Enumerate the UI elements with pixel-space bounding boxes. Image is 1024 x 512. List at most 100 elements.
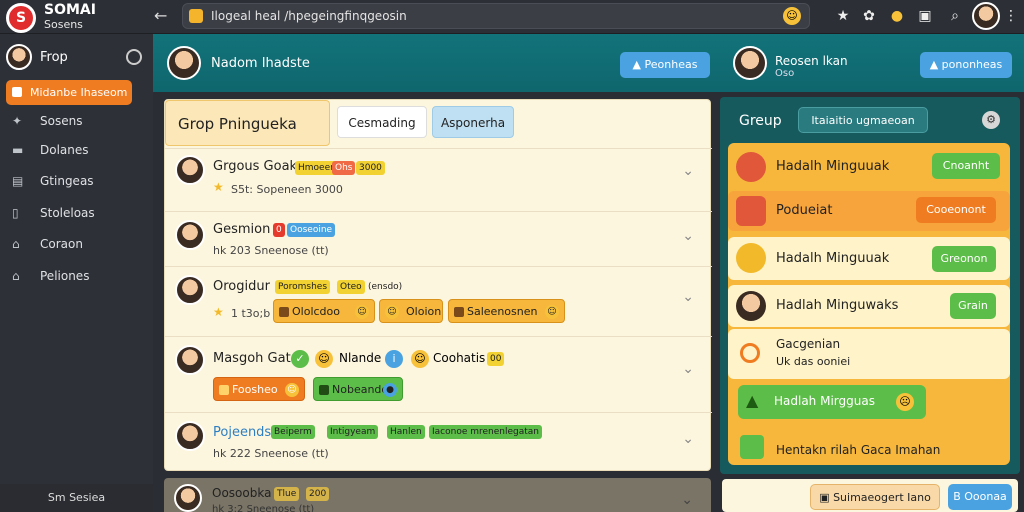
sidebar-item-label: Sosens [40, 114, 83, 128]
back-arrow-icon[interactable]: ← [154, 6, 167, 25]
row-avatar [175, 155, 205, 185]
sidebar-item-active[interactable]: Midanbe Ihaseom [6, 80, 132, 105]
list-item[interactable]: Orogidur Poromshes Oteo (ensdo) ★ 1 t3o;… [165, 266, 712, 336]
card-title: Hadalh Minguuak [776, 251, 890, 266]
chevron-down-icon[interactable]: ⌄ [682, 431, 694, 447]
car-icon: ▬ [12, 143, 24, 157]
doc-icon [740, 435, 764, 459]
phone-icon: ▯ [12, 206, 19, 220]
side-card[interactable]: Hentakn rilah Gaca Imahan [728, 433, 1010, 467]
chevron-down-icon[interactable]: ⌄ [682, 228, 694, 244]
puzzle-icon[interactable]: ✿ [860, 7, 878, 25]
chevron-down-icon[interactable]: ⌄ [682, 361, 694, 377]
side-card-button[interactable]: ▲ Hadlah Mirgguas ☹ [738, 385, 926, 419]
sidebar-item-dolanes[interactable]: ▬ Dolanes [12, 139, 142, 161]
card-title: Hadalh Minguuak [776, 159, 890, 174]
box-icon [279, 307, 289, 317]
chevron-down-icon[interactable]: ⌄ [682, 163, 694, 179]
side-card[interactable]: Hadlah Minguwaks Grain [728, 285, 1010, 327]
sidebar-item-peliones[interactable]: ⌂ Peliones [12, 265, 142, 287]
row-avatar [175, 220, 205, 250]
sidebar-item-gtingeas[interactable]: ▤ Gtingeas [12, 170, 142, 192]
menu-dots-icon[interactable]: ⋮ [1002, 7, 1020, 25]
row-badge: Iaconoe mrenenlegatan [429, 425, 542, 439]
box-icon: ▣ [819, 491, 834, 504]
main-header: Nadom Ihadste ▲ Peonheas Reosen lkan Oso… [153, 34, 1024, 92]
pencil-icon [219, 385, 229, 395]
row-meta: S5t: Sopeneen 3000 [231, 183, 343, 196]
gear-icon[interactable]: ⚙ [982, 111, 1000, 129]
smiley-icon[interactable]: ● [888, 7, 906, 25]
emoji-icon[interactable]: ☺ [783, 7, 801, 25]
sidebar-avatar [6, 44, 32, 70]
side-panel-footer: ▣ Suimaeogert Iano B Ooonaa [722, 479, 1018, 512]
side-card[interactable]: Hadalh Minguuak Greonon [728, 237, 1010, 280]
row-badge: Hanlen [387, 425, 425, 439]
emoji-icon: ☺ [411, 350, 429, 368]
card-button[interactable]: Grain [950, 293, 996, 319]
row-badge: Ohs [332, 161, 356, 175]
row-avatar [175, 345, 205, 375]
card-button[interactable]: Greonon [932, 246, 996, 272]
tab-asponerha[interactable]: Asponerha [432, 106, 514, 138]
list-item-faded[interactable]: Oosoobka Tlue 200 hk 3:2 Sneenose (tt) ⌄ [164, 478, 711, 512]
chip[interactable]: Ololcdoo ☺ [273, 299, 375, 323]
brand[interactable]: S SOMAI Sosens [6, 2, 156, 33]
top-bar: S SOMAI Sosens ← Ilogeal heal /hpegeingf… [0, 0, 1024, 34]
chevron-down-icon[interactable]: ⌄ [681, 492, 693, 508]
chip[interactable]: Nobeandoo ● [313, 377, 403, 401]
button-label: pononheas [941, 58, 1003, 71]
chip[interactable]: Foosheo ☺ [213, 377, 305, 401]
chip[interactable]: Saleenosnen ☺ [448, 299, 565, 323]
sidebar-item-coraon[interactable]: ⌂ Coraon [12, 233, 142, 255]
card-button[interactable]: Cnoanht [932, 153, 1000, 179]
side-card[interactable]: Podueiat Cooeonont [728, 191, 1010, 231]
address-bar[interactable]: Ilogeal heal /hpegeingfinqgeosin ☺ [182, 3, 810, 29]
side-card[interactable]: Hadalh Minguuak Cnoanht [728, 147, 1010, 187]
card-button[interactable]: Cooeonont [916, 197, 996, 223]
sidebar-item-label: Peliones [40, 269, 90, 283]
tab-cesmading[interactable]: Cesmading [337, 106, 427, 138]
sidebar-header[interactable]: Frop [6, 44, 146, 72]
list-item[interactable]: Grgous Goak Hmoeen Ohs 3000 ★ S5t: Sopen… [165, 148, 712, 211]
row-badge: Intigyeam [327, 425, 379, 439]
sidebar-footer[interactable]: Sm Sesiea [0, 484, 153, 512]
chip[interactable]: ☺ Oloion [379, 299, 443, 323]
site-icon [189, 9, 203, 23]
row-meta: hk 203 Sneenose (tt) [213, 244, 329, 257]
row-title: Orogidur [213, 279, 270, 294]
chevron-down-icon[interactable]: ⌄ [682, 289, 694, 305]
profile-avatar[interactable] [972, 2, 1000, 30]
list-item[interactable]: Pojeends Beiperm Intigyeam Hanlen Iacono… [165, 412, 712, 472]
list-item[interactable]: Masgoh Gate ✓ ☺ Nlande i ☺ Coohatis 00 F… [165, 336, 712, 412]
header-subtitle-2: Oso [775, 68, 795, 79]
sidebar-item-label: Dolanes [40, 143, 89, 157]
footer-button-1[interactable]: ▣ Suimaeogert Iano [810, 484, 940, 510]
clock-icon[interactable] [126, 49, 142, 65]
header-avatar-2[interactable] [733, 46, 767, 80]
search-icon[interactable]: ⌕ [946, 7, 964, 25]
header-button-1[interactable]: ▲ Peonheas [620, 52, 710, 78]
sidebar-item-sosens[interactable]: ✦ Sosens [12, 110, 142, 132]
sidebar-item-label: Coraon [40, 237, 83, 251]
footer-button-2[interactable]: B Ooonaa [948, 484, 1012, 510]
header-button-2[interactable]: ▲ pononheas [920, 52, 1012, 78]
card-subtitle: Uk das ooniei [776, 355, 851, 368]
list-item[interactable]: Gesmion 0 Ooseoine hk 203 Sneenose (tt) … [165, 211, 712, 266]
button-label: Suimaeogert Iano [833, 491, 931, 504]
row-title: Masgoh Gate [213, 351, 299, 366]
brand-subtitle: Sosens [44, 18, 83, 31]
chart-icon: ▤ [12, 174, 24, 188]
side-card[interactable]: Gacgenian Uk das ooniei [728, 329, 1010, 379]
globe-icon: ● [383, 383, 397, 397]
sidebar-item-stoleloas[interactable]: ▯ Stoleloas [12, 202, 142, 224]
folder-icon [12, 87, 22, 97]
star-icon[interactable]: ★ [834, 7, 852, 25]
window-icon[interactable]: ▣ [916, 7, 934, 25]
header-avatar[interactable] [167, 46, 201, 80]
panel-title-tab[interactable]: Grop Pningueka [165, 100, 330, 146]
side-panel-filter[interactable]: Itaiaitio ugmaeoan [798, 107, 928, 133]
info-icon: i [385, 350, 403, 368]
emoji-icon: ☺ [285, 383, 299, 397]
ring-icon [740, 343, 760, 363]
